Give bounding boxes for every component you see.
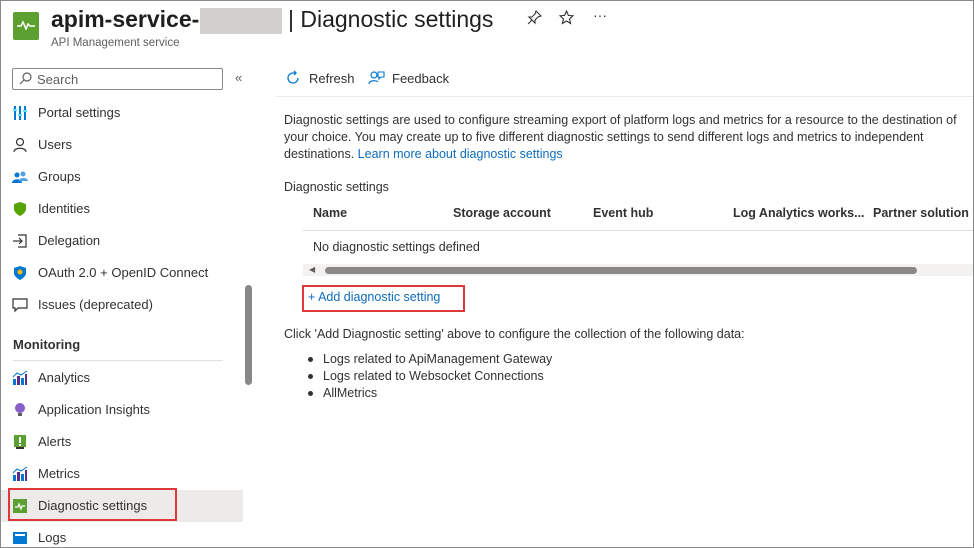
refresh-label: Refresh — [309, 71, 355, 86]
grid-horizontal-scrollbar[interactable]: ◀ — [303, 264, 973, 276]
sidebar-item-alerts[interactable]: Alerts — [1, 426, 243, 458]
column-header-log-analytics[interactable]: Log Analytics works... — [733, 206, 865, 220]
window-frame: apim-service- | Diagnostic settings API … — [0, 0, 974, 548]
page-title: | Diagnostic settings — [288, 6, 494, 32]
user-icon — [12, 137, 28, 153]
portal-settings-icon — [12, 105, 28, 121]
sidebar-item-label: Delegation — [38, 233, 101, 248]
sidebar-item-metrics[interactable]: Metrics — [1, 458, 243, 490]
learn-more-link[interactable]: Learn more about diagnostic settings — [358, 147, 563, 161]
sidebar-item-label: Issues (deprecated) — [38, 297, 153, 312]
highlight-box-diagnostic-settings — [8, 488, 177, 521]
column-header-storage-account[interactable]: Storage account — [453, 206, 551, 220]
sidebar-item-label: Identities — [38, 201, 91, 216]
description-line: your choice. You may create up to five d… — [284, 130, 924, 144]
groups-icon — [12, 169, 28, 185]
sidebar-item-portal-settings[interactable]: Portal settings — [1, 97, 243, 129]
sidebar-item-label: Alerts — [38, 434, 72, 449]
column-header-partner-solution[interactable]: Partner solution — [873, 206, 969, 220]
refresh-button[interactable]: Refresh — [285, 69, 365, 89]
description-line: Diagnostic settings are used to configur… — [284, 113, 957, 127]
sidebar-item-label: Metrics — [38, 466, 80, 481]
refresh-icon — [285, 70, 301, 91]
sidebar: « Portal settings Users Groups Identitie… — [1, 59, 257, 547]
sidebar-item-users[interactable]: Users — [1, 129, 243, 161]
resource-type-subtitle: API Management service — [51, 37, 180, 49]
page-header: apim-service- | Diagnostic settings API … — [1, 1, 973, 59]
section-divider — [13, 360, 223, 361]
main-content: Refresh Feedback Diagnostic settings are… — [257, 59, 973, 547]
analytics-icon — [12, 370, 28, 386]
scroll-left-icon[interactable]: ◀ — [309, 265, 315, 274]
toolbar-divider — [275, 96, 973, 97]
metrics-icon — [12, 466, 28, 482]
lightbulb-icon — [12, 402, 28, 418]
diagnostic-settings-label: Diagnostic settings — [284, 180, 389, 194]
list-item: Logs related to Websocket Connections — [305, 368, 552, 385]
description-line: destinations. Learn more about diagnosti… — [284, 146, 973, 163]
collapse-sidebar-icon[interactable]: « — [235, 70, 242, 85]
sidebar-item-oauth[interactable]: OAuth 2.0 + OpenID Connect — [1, 257, 243, 289]
list-item: AllMetrics — [305, 385, 552, 402]
star-icon[interactable] — [558, 9, 575, 29]
description-text: Diagnostic settings are used to configur… — [284, 112, 973, 163]
instructions-text: Click 'Add Diagnostic setting' above to … — [284, 327, 745, 341]
api-management-icon — [13, 12, 39, 40]
sidebar-item-label: Users — [38, 137, 72, 152]
search-input[interactable] — [37, 71, 217, 87]
list-item: Logs related to ApiManagement Gateway — [305, 351, 552, 368]
section-heading-monitoring: Monitoring — [13, 337, 81, 352]
sidebar-item-label: Logs — [38, 530, 67, 545]
chat-icon — [12, 297, 28, 313]
sidebar-item-delegation[interactable]: Delegation — [1, 225, 243, 257]
feedback-button[interactable]: Feedback — [368, 69, 458, 89]
sidebar-item-analytics[interactable]: Analytics — [1, 362, 243, 394]
sidebar-item-label: Application Insights — [38, 402, 151, 417]
alert-icon — [12, 434, 28, 450]
sidebar-item-issues[interactable]: Issues (deprecated) — [1, 289, 243, 321]
sidebar-item-label: Portal settings — [38, 105, 121, 120]
feedback-icon — [368, 70, 385, 91]
column-header-name[interactable]: Name — [313, 206, 347, 220]
sidebar-scrollbar[interactable] — [245, 285, 252, 385]
sidebar-item-identities[interactable]: Identities — [1, 193, 243, 225]
grid-header-divider — [303, 230, 973, 231]
sidebar-item-label: Groups — [38, 169, 81, 184]
scrollbar-thumb[interactable] — [325, 267, 917, 274]
sidebar-item-logs[interactable]: Logs — [1, 522, 243, 547]
shield-icon — [12, 201, 28, 217]
pin-icon[interactable] — [527, 9, 543, 29]
empty-grid-message: No diagnostic settings defined — [313, 240, 480, 254]
logs-icon — [12, 530, 28, 546]
add-diagnostic-setting-button[interactable]: + Add diagnostic setting — [308, 290, 440, 304]
sidebar-item-application-insights[interactable]: Application Insights — [1, 394, 243, 426]
more-options-icon[interactable]: ··· — [593, 7, 607, 23]
search-icon — [19, 72, 32, 90]
oauth-shield-icon — [12, 265, 28, 281]
resource-name: apim-service- — [51, 6, 200, 32]
sidebar-search-box[interactable] — [12, 68, 223, 90]
sidebar-item-groups[interactable]: Groups — [1, 161, 243, 193]
data-items-list: Logs related to ApiManagement Gateway Lo… — [305, 351, 552, 402]
delegation-icon — [12, 233, 28, 249]
description-line-text: destinations. — [284, 147, 355, 161]
feedback-label: Feedback — [392, 71, 450, 86]
redacted-name-block — [200, 8, 282, 34]
column-header-event-hub[interactable]: Event hub — [593, 206, 653, 220]
sidebar-item-label: Analytics — [38, 370, 91, 385]
sidebar-item-label: OAuth 2.0 + OpenID Connect — [38, 265, 209, 280]
